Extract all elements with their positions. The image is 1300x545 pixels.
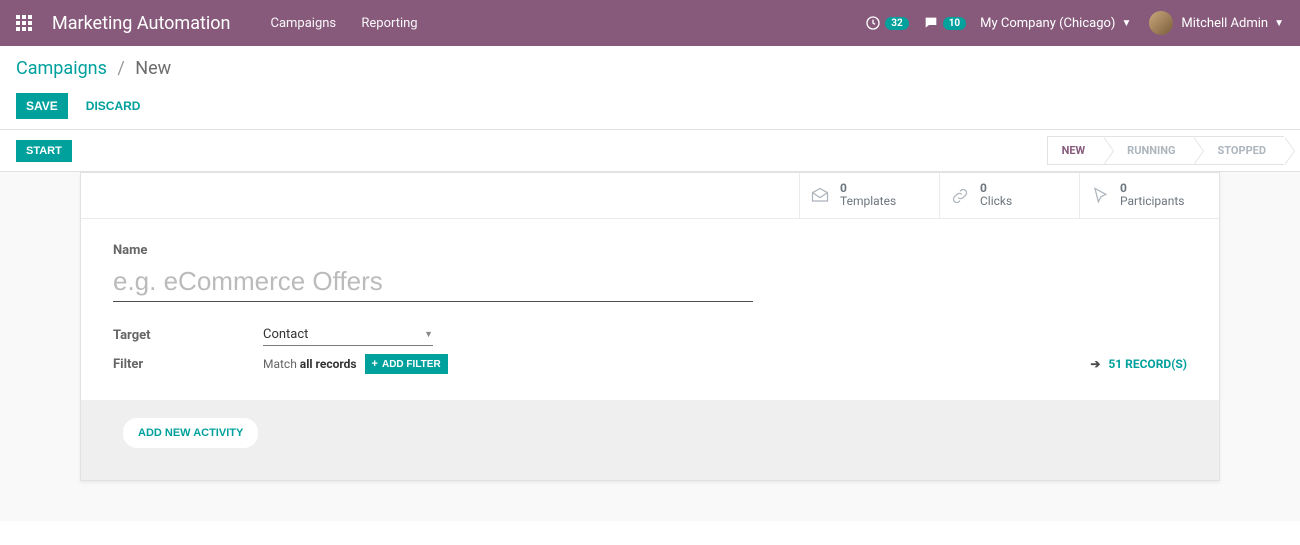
action-bar: Save Discard	[0, 83, 1300, 129]
sheet-wrap: 0 Templates 0 Clicks 0 Participants	[0, 172, 1300, 521]
link-icon	[950, 186, 970, 206]
target-select[interactable]: Contact ▼	[263, 324, 433, 346]
discuss-indicator[interactable]: 10	[923, 15, 966, 31]
add-filter-button[interactable]: + Add Filter	[365, 354, 448, 374]
target-value: Contact	[263, 327, 308, 342]
start-button[interactable]: Start	[16, 140, 72, 162]
user-menu[interactable]: Mitchell Admin ▼	[1149, 11, 1284, 35]
discuss-badge: 10	[943, 17, 966, 30]
nav-reporting[interactable]: Reporting	[361, 16, 417, 31]
user-name: Mitchell Admin	[1181, 16, 1268, 31]
clock-icon	[865, 15, 881, 31]
add-filter-label: Add Filter	[382, 359, 441, 370]
chat-icon	[923, 15, 939, 31]
name-field-wrap: Name	[113, 243, 1187, 302]
app-title: Marketing Automation	[52, 13, 230, 34]
save-button[interactable]: Save	[16, 93, 68, 119]
filter-row: Filter Match all records + Add Filter ➔ …	[113, 354, 1187, 374]
company-switcher[interactable]: My Company (Chicago) ▼	[980, 16, 1131, 31]
filter-match-bold: all records	[300, 357, 357, 371]
stat-participants[interactable]: 0 Participants	[1079, 173, 1219, 218]
stat-participants-label: Participants	[1120, 194, 1184, 208]
nav-campaigns[interactable]: Campaigns	[270, 16, 336, 31]
filter-match-text: Match all records	[263, 357, 357, 371]
filter-match-prefix: Match	[263, 357, 300, 371]
company-name: My Company (Chicago)	[980, 16, 1115, 31]
records-link[interactable]: ➔ 51 record(s)	[1090, 357, 1187, 371]
stat-clicks[interactable]: 0 Clicks	[939, 173, 1079, 218]
stage-stopped[interactable]: Stopped	[1193, 136, 1284, 165]
activity-area: Add new activity	[81, 400, 1219, 480]
status-stages: New Running Stopped	[1047, 136, 1284, 165]
filter-label: Filter	[113, 357, 263, 372]
stat-clicks-label: Clicks	[980, 194, 1012, 208]
top-nav: Campaigns Reporting	[270, 16, 439, 31]
stat-row: 0 Templates 0 Clicks 0 Participants	[81, 173, 1219, 219]
breadcrumb-parent[interactable]: Campaigns	[16, 58, 107, 79]
arrow-right-icon: ➔	[1090, 357, 1100, 371]
stat-templates[interactable]: 0 Templates	[799, 173, 939, 218]
activity-badge: 32	[885, 17, 908, 30]
name-label: Name	[113, 243, 1187, 258]
breadcrumb: Campaigns / New	[16, 58, 1284, 79]
user-area: My Company (Chicago) ▼ Mitchell Admin ▼	[980, 11, 1284, 35]
form-sheet: 0 Templates 0 Clicks 0 Participants	[80, 172, 1220, 481]
records-count: 51 record(s)	[1108, 357, 1187, 371]
plus-icon: +	[372, 358, 378, 370]
activity-indicator[interactable]: 32	[865, 15, 908, 31]
add-new-activity-button[interactable]: Add new activity	[123, 418, 258, 448]
apps-icon[interactable]	[16, 15, 32, 31]
top-navbar: Marketing Automation Campaigns Reporting…	[0, 0, 1300, 46]
target-label: Target	[113, 328, 263, 343]
caret-down-icon: ▼	[424, 329, 433, 340]
caret-down-icon: ▼	[1274, 18, 1284, 29]
stage-running[interactable]: Running	[1103, 136, 1193, 165]
status-row: Start New Running Stopped	[0, 129, 1300, 172]
form-body: Name Target Contact ▼ Filter Match all r…	[81, 219, 1219, 400]
envelope-icon	[810, 186, 830, 206]
stage-new[interactable]: New	[1047, 136, 1104, 165]
target-row: Target Contact ▼	[113, 324, 1187, 346]
breadcrumb-separator: /	[117, 58, 124, 79]
breadcrumb-bar: Campaigns / New	[0, 46, 1300, 83]
cursor-icon	[1090, 186, 1110, 206]
caret-down-icon: ▼	[1121, 18, 1131, 29]
discard-button[interactable]: Discard	[76, 93, 151, 119]
avatar	[1149, 11, 1173, 35]
stat-templates-label: Templates	[840, 194, 896, 208]
name-input[interactable]	[113, 262, 753, 302]
breadcrumb-current: New	[135, 58, 171, 79]
